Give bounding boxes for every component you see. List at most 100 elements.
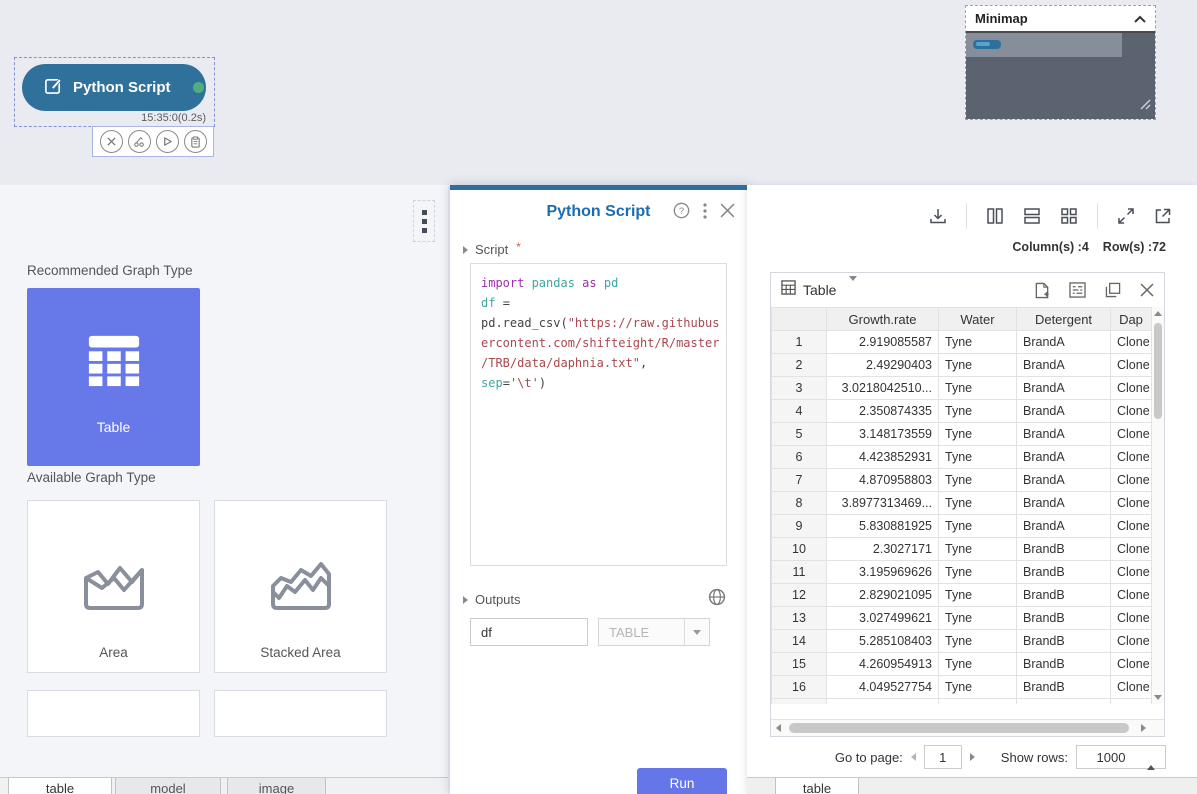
minimap-resize-handle[interactable]	[1140, 97, 1151, 115]
tab-table[interactable]: table	[8, 778, 112, 794]
data-cell[interactable]: Clone	[1111, 515, 1152, 538]
row-number-cell[interactable]: 12	[772, 584, 827, 607]
data-cell[interactable]: 3.148173559	[827, 423, 939, 446]
row-number-cell[interactable]: 7	[772, 469, 827, 492]
data-cell[interactable]: BrandA	[1017, 446, 1111, 469]
data-cell[interactable]: Tyne	[939, 653, 1017, 676]
data-cell[interactable]: 2.829021095	[827, 584, 939, 607]
data-cell[interactable]: 2.919085587	[827, 331, 939, 354]
data-cell[interactable]: Tyne	[939, 423, 1017, 446]
graph-tile-stacked-area[interactable]: Stacked Area	[214, 500, 387, 673]
row-number-cell[interactable]: 17	[772, 699, 827, 705]
data-cell[interactable]: Tyne	[939, 492, 1017, 515]
tab-model[interactable]: model	[115, 778, 221, 794]
column-header[interactable]: Dap	[1111, 308, 1152, 331]
next-page-icon[interactable]	[970, 753, 975, 761]
column-header[interactable]	[772, 308, 827, 331]
data-cell[interactable]: 2.49290403	[827, 354, 939, 377]
card-title-dropdown-icon[interactable]	[849, 281, 857, 299]
data-cell[interactable]: Tyne	[939, 469, 1017, 492]
data-cell[interactable]: BrandB	[1017, 630, 1111, 653]
data-cell[interactable]: Clone	[1111, 584, 1152, 607]
data-cell[interactable]: BrandB	[1017, 676, 1111, 699]
data-cell[interactable]: 2.350874335	[827, 400, 939, 423]
run-button[interactable]: Run	[637, 768, 727, 794]
data-cell[interactable]: Clone	[1111, 469, 1152, 492]
output-name-input[interactable]	[470, 618, 588, 646]
data-cell[interactable]: Tyne	[939, 676, 1017, 699]
minimap-viewport[interactable]	[966, 33, 1122, 57]
log-icon[interactable]	[184, 130, 207, 153]
data-cell[interactable]: Tyne	[939, 400, 1017, 423]
tab-image[interactable]: image	[227, 778, 326, 794]
data-cell[interactable]: 4.260954913	[827, 653, 939, 676]
data-cell[interactable]: BrandB	[1017, 561, 1111, 584]
data-cell[interactable]: Clone	[1111, 492, 1152, 515]
grid-layout-icon[interactable]	[1060, 207, 1078, 225]
panel-menu-icon[interactable]	[413, 200, 435, 242]
data-cell[interactable]: Clone	[1111, 630, 1152, 653]
show-rows-input[interactable]	[1077, 749, 1145, 766]
python-script-node[interactable]: Python Script	[22, 64, 206, 111]
data-cell[interactable]: Clone	[1111, 607, 1152, 630]
data-cell[interactable]: Tyne	[939, 377, 1017, 400]
data-cell[interactable]: Clone	[1111, 354, 1152, 377]
data-cell[interactable]: BrandB	[1017, 538, 1111, 561]
row-number-cell[interactable]: 15	[772, 653, 827, 676]
data-cell[interactable]: Clone	[1111, 561, 1152, 584]
data-cell[interactable]: Tyne	[939, 331, 1017, 354]
data-cell[interactable]: BrandA	[1017, 423, 1111, 446]
row-number-cell[interactable]: 13	[772, 607, 827, 630]
row-number-cell[interactable]: 6	[772, 446, 827, 469]
data-cell[interactable]: BrandA	[1017, 354, 1111, 377]
data-cell[interactable]: Clone	[1111, 331, 1152, 354]
data-cell[interactable]: Clone	[1111, 377, 1152, 400]
column-header[interactable]: Water	[939, 308, 1017, 331]
data-cell[interactable]: 5.285108403	[827, 630, 939, 653]
column-header[interactable]: Growth.rate	[827, 308, 939, 331]
output-type-select[interactable]: TABLE	[598, 618, 710, 646]
data-cell[interactable]: 4.870958803	[827, 469, 939, 492]
data-cell[interactable]: BrandB	[1017, 584, 1111, 607]
minimap-map[interactable]	[966, 33, 1155, 119]
scroll-right-icon[interactable]	[1136, 720, 1151, 736]
data-cell[interactable]: BrandA	[1017, 331, 1111, 354]
data-cell[interactable]: Tyne	[939, 699, 1017, 705]
data-cell[interactable]: Clone	[1111, 676, 1152, 699]
row-number-cell[interactable]: 14	[772, 630, 827, 653]
close-dialog-icon[interactable]	[720, 203, 735, 218]
data-cell[interactable]: Clone	[1111, 538, 1152, 561]
split-rows-icon[interactable]	[1023, 207, 1041, 225]
row-number-cell[interactable]: 1	[772, 331, 827, 354]
edit-columns-icon[interactable]	[1069, 282, 1086, 298]
graph-tile-partial[interactable]	[214, 690, 387, 737]
script-code-editor[interactable]: import pandas as pddf =pd.read_csv("http…	[470, 263, 727, 566]
row-number-cell[interactable]: 10	[772, 538, 827, 561]
script-section-toggle[interactable]: Script *	[463, 242, 521, 257]
scroll-down-icon[interactable]	[1152, 691, 1164, 704]
column-header[interactable]: Detergent	[1017, 308, 1111, 331]
data-cell[interactable]: 2.3027171	[827, 538, 939, 561]
scroll-left-icon[interactable]	[771, 720, 786, 736]
collapse-minimap-icon[interactable]	[1134, 10, 1146, 28]
data-cell[interactable]: BrandB	[1017, 607, 1111, 630]
help-icon[interactable]: ?	[673, 202, 690, 219]
more-options-icon[interactable]	[703, 203, 707, 219]
vertical-scrollbar[interactable]	[1151, 307, 1164, 704]
close-card-icon[interactable]	[1140, 283, 1154, 297]
data-cell[interactable]: Clone	[1111, 423, 1152, 446]
row-number-cell[interactable]: 4	[772, 400, 827, 423]
row-number-cell[interactable]: 11	[772, 561, 827, 584]
data-cell[interactable]: Tyne	[939, 607, 1017, 630]
new-output-icon[interactable]	[1034, 282, 1050, 299]
data-cell[interactable]: Tyne	[939, 538, 1017, 561]
data-cell[interactable]: 5.830881925	[827, 515, 939, 538]
data-cell[interactable]: Clone	[1111, 400, 1152, 423]
data-cell[interactable]: 3.027499621	[827, 607, 939, 630]
data-cell[interactable]: Clone	[1111, 446, 1152, 469]
data-cell[interactable]: Tyne	[939, 584, 1017, 607]
data-cell[interactable]: 4.423852931	[827, 446, 939, 469]
data-cell[interactable]: BrandA	[1017, 492, 1111, 515]
page-number-input[interactable]	[924, 745, 962, 769]
row-number-cell[interactable]: 16	[772, 676, 827, 699]
